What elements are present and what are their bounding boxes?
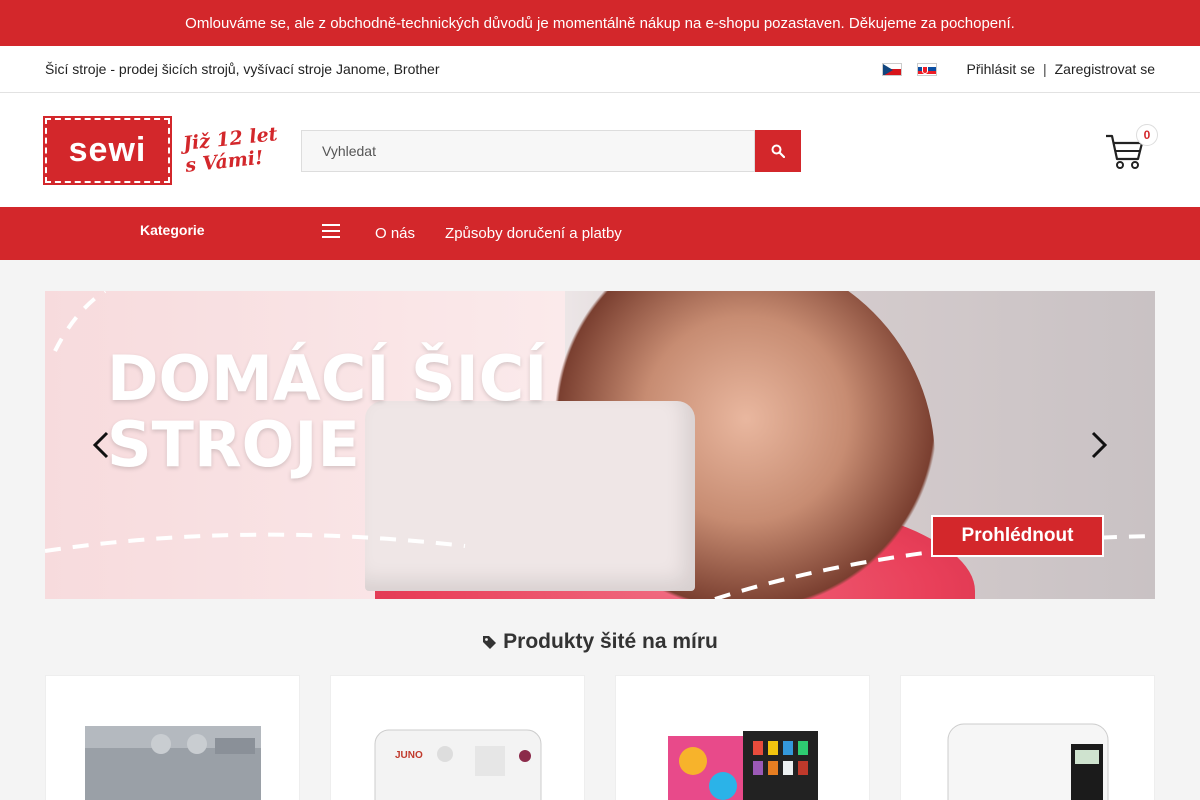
search-form — [301, 130, 801, 172]
sewing-machine-white-image — [947, 723, 1108, 800]
sewing-machine-gray-image — [84, 726, 261, 800]
cart-button[interactable]: 0 — [1105, 124, 1158, 171]
sk-flag-icon[interactable] — [916, 62, 937, 76]
search-button[interactable] — [755, 130, 801, 172]
nav-link-delivery[interactable]: Způsoby doručení a platby — [445, 225, 622, 242]
slogan: Již 12 let s Vámi! — [182, 123, 281, 177]
svg-text:JUNO: JUNO — [395, 750, 423, 761]
notice-text: Omlouváme se, ale z obchodně-technických… — [185, 14, 1015, 32]
hero-carousel[interactable]: DOMÁCÍ ŠICÍ STROJE Prohlédnout — [45, 291, 1155, 599]
language-switcher — [881, 62, 937, 76]
tag-icon — [483, 636, 497, 649]
main-nav: Kategorie O nás Způsoby doručení a platb… — [0, 207, 1200, 260]
section-heading: Produkty šité na míru — [0, 630, 1200, 654]
banner-headline-line2: STROJE — [107, 408, 360, 481]
cz-flag-icon[interactable] — [881, 62, 902, 76]
thread-set-image — [667, 731, 818, 800]
carousel-prev-icon[interactable] — [89, 429, 113, 461]
banner-headline: DOMÁCÍ ŠICÍ STROJE — [107, 342, 548, 481]
top-bar: Šicí stroje - prodej šicích strojů, vyší… — [0, 46, 1200, 93]
categories-label[interactable]: Kategorie — [140, 222, 205, 238]
login-link[interactable]: Přihlásit se — [967, 61, 1035, 77]
sewi-logo[interactable]: sewi — [43, 115, 172, 185]
nav-link-about[interactable]: O nás — [375, 225, 415, 242]
auth-separator: | — [1042, 61, 1047, 77]
banner-headline-line1: DOMÁCÍ ŠICÍ — [107, 342, 548, 415]
nav-links: O nás Způsoby doručení a platby — [375, 225, 622, 242]
auth-links: Přihlásit se | Zaregistrovat se — [967, 61, 1155, 77]
site-tagline: Šicí stroje - prodej šicích strojů, vyší… — [45, 61, 440, 77]
product-grid: JUNO — [45, 675, 1155, 800]
product-card[interactable] — [900, 675, 1155, 800]
search-icon — [771, 144, 785, 158]
register-link[interactable]: Zaregistrovat se — [1055, 61, 1155, 77]
sewing-machine-juno-image: JUNO — [374, 729, 541, 800]
carousel-next-icon[interactable] — [1087, 429, 1111, 461]
product-card[interactable] — [45, 675, 300, 800]
search-input[interactable] — [301, 130, 755, 172]
notice-banner: Omlouváme se, ale z obchodně-technických… — [0, 0, 1200, 46]
cart-count-badge: 0 — [1136, 124, 1158, 146]
section-title-text: Produkty šité na míru — [503, 630, 718, 653]
product-card[interactable]: JUNO — [330, 675, 585, 800]
product-card[interactable] — [615, 675, 870, 800]
hamburger-menu-icon[interactable] — [322, 223, 340, 239]
banner-cta-button[interactable]: Prohlédnout — [931, 515, 1104, 557]
site-header: sewi Již 12 let s Vámi! 0 — [0, 93, 1200, 207]
